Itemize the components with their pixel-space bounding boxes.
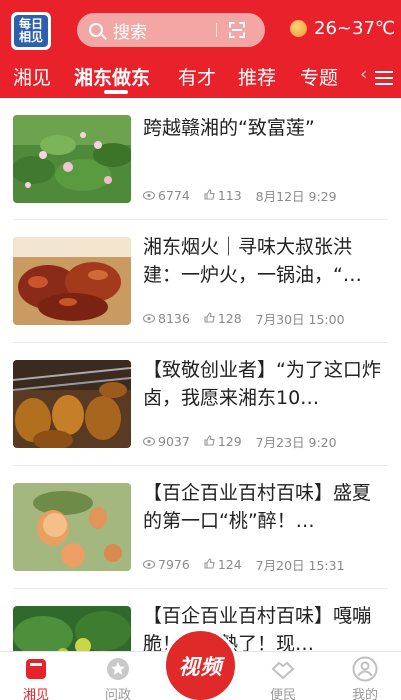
- view-count: 9037: [158, 434, 190, 449]
- article-thumbnail: [13, 483, 131, 571]
- search-icon: [89, 23, 103, 37]
- search-divider: [216, 23, 217, 37]
- article-meta: 7976 124 7月20日 15:31: [142, 555, 345, 574]
- divider: [13, 588, 388, 589]
- divider: [13, 219, 388, 220]
- article-list: 跨越赣湘的“致富莲” 6774 113 8月12日 9:29 湘东烟火｜寻味大叔…: [0, 98, 401, 651]
- video-button[interactable]: 视频: [163, 628, 238, 700]
- eye-icon: [142, 188, 156, 203]
- search-placeholder: 搜索: [113, 22, 147, 43]
- like-count: 113: [217, 188, 242, 203]
- tab-xiangdong[interactable]: 湘东做东: [74, 63, 150, 90]
- like-count: 128: [217, 311, 242, 326]
- article-title: 【致敬创业者】“为了这口炸卤，我愿来湘东10…: [143, 359, 381, 409]
- publish-date: 7月23日 9:20: [255, 435, 337, 450]
- like-count: 129: [217, 434, 242, 449]
- article-item[interactable]: 【致敬创业者】“为了这口炸卤，我愿来湘东10… 9037 129 7月23日 9…: [0, 344, 401, 467]
- app-header: 每日相见 搜索 26~37℃ 湘见 湘东做东 有才 推荐 专题 ‹: [0, 0, 401, 98]
- nav-label: 湘见: [22, 688, 49, 700]
- thumbs-up-icon[interactable]: [204, 557, 215, 572]
- article-title: 【百企百业百村百味】盛夏的第一口“桃”醉！…: [143, 482, 372, 532]
- divider: [13, 465, 388, 466]
- like-count: 124: [217, 557, 242, 572]
- view-count: 7976: [158, 557, 190, 572]
- temperature: 26~37℃: [314, 18, 396, 39]
- search-bar[interactable]: 搜索: [77, 13, 265, 47]
- article-meta: 6774 113 8月12日 9:29: [142, 186, 337, 205]
- news-icon: [26, 659, 46, 679]
- publish-date: 8月12日 9:29: [255, 189, 337, 204]
- article-thumbnail: [13, 360, 131, 448]
- tab-tuijian[interactable]: 推荐: [238, 63, 276, 90]
- nav-label: 问政: [104, 688, 131, 700]
- thumbs-up-icon[interactable]: [204, 434, 215, 449]
- nav-label: 便民: [269, 688, 296, 700]
- article-item[interactable]: 【百企百业百村百味】盛夏的第一口“桃”醉！… 7976 124 7月20日 15…: [0, 467, 401, 590]
- tab-youcai[interactable]: 有才: [178, 63, 216, 90]
- video-label: 视频: [178, 654, 223, 679]
- eye-icon: [142, 434, 156, 449]
- article-title: 跨越赣湘的“致富莲”: [143, 117, 315, 139]
- nav-wenzheng[interactable]: 问政: [88, 652, 148, 700]
- publish-date: 7月20日 15:31: [255, 558, 345, 573]
- eye-icon: [142, 311, 156, 326]
- article-item[interactable]: 湘东烟火｜寻味大叔张洪建：一炉火，一锅油，“… 8136 128 7月30日 1…: [0, 221, 401, 344]
- sun-icon: [290, 20, 307, 37]
- active-tab-indicator: [104, 90, 128, 94]
- thumbs-up-icon[interactable]: [204, 188, 215, 203]
- article-thumbnail: [13, 606, 131, 651]
- user-icon: [352, 656, 378, 682]
- article-thumbnail: [13, 115, 131, 203]
- app-logo[interactable]: 每日 相见: [11, 12, 51, 50]
- article-meta: 8136 128 7月30日 15:00: [142, 309, 345, 328]
- article-meta: 9037 129 7月23日 9:20: [142, 432, 337, 451]
- article-item[interactable]: 跨越赣湘的“致富莲” 6774 113 8月12日 9:29: [0, 98, 401, 221]
- tab-xiangjian[interactable]: 湘见: [13, 63, 51, 90]
- eye-icon: [142, 557, 156, 572]
- publish-date: 7月30日 15:00: [255, 312, 345, 327]
- weather-widget[interactable]: 26~37℃: [290, 18, 395, 39]
- logo-text: 每日 相见: [14, 15, 48, 47]
- scan-icon[interactable]: [229, 22, 245, 38]
- nav-xiangjian[interactable]: 湘见: [6, 652, 66, 700]
- thumbs-up-icon[interactable]: [204, 311, 215, 326]
- view-count: 6774: [158, 188, 190, 203]
- star-badge-icon: [107, 658, 129, 680]
- nav-label: 我的: [351, 688, 378, 700]
- divider: [13, 342, 388, 343]
- article-thumbnail: [13, 237, 131, 325]
- menu-icon[interactable]: [363, 68, 393, 88]
- article-title: 湘东烟火｜寻味大叔张洪建：一炉火，一锅油，“…: [143, 236, 362, 286]
- nav-wode[interactable]: 我的: [335, 652, 395, 700]
- view-count: 8136: [158, 311, 190, 326]
- handshake-icon: [271, 661, 295, 680]
- channel-tabs: 湘见 湘东做东 有才 推荐 专题 ‹: [0, 60, 401, 98]
- nav-bianmin[interactable]: 便民: [253, 652, 313, 700]
- tab-zhuanti[interactable]: 专题: [300, 63, 338, 90]
